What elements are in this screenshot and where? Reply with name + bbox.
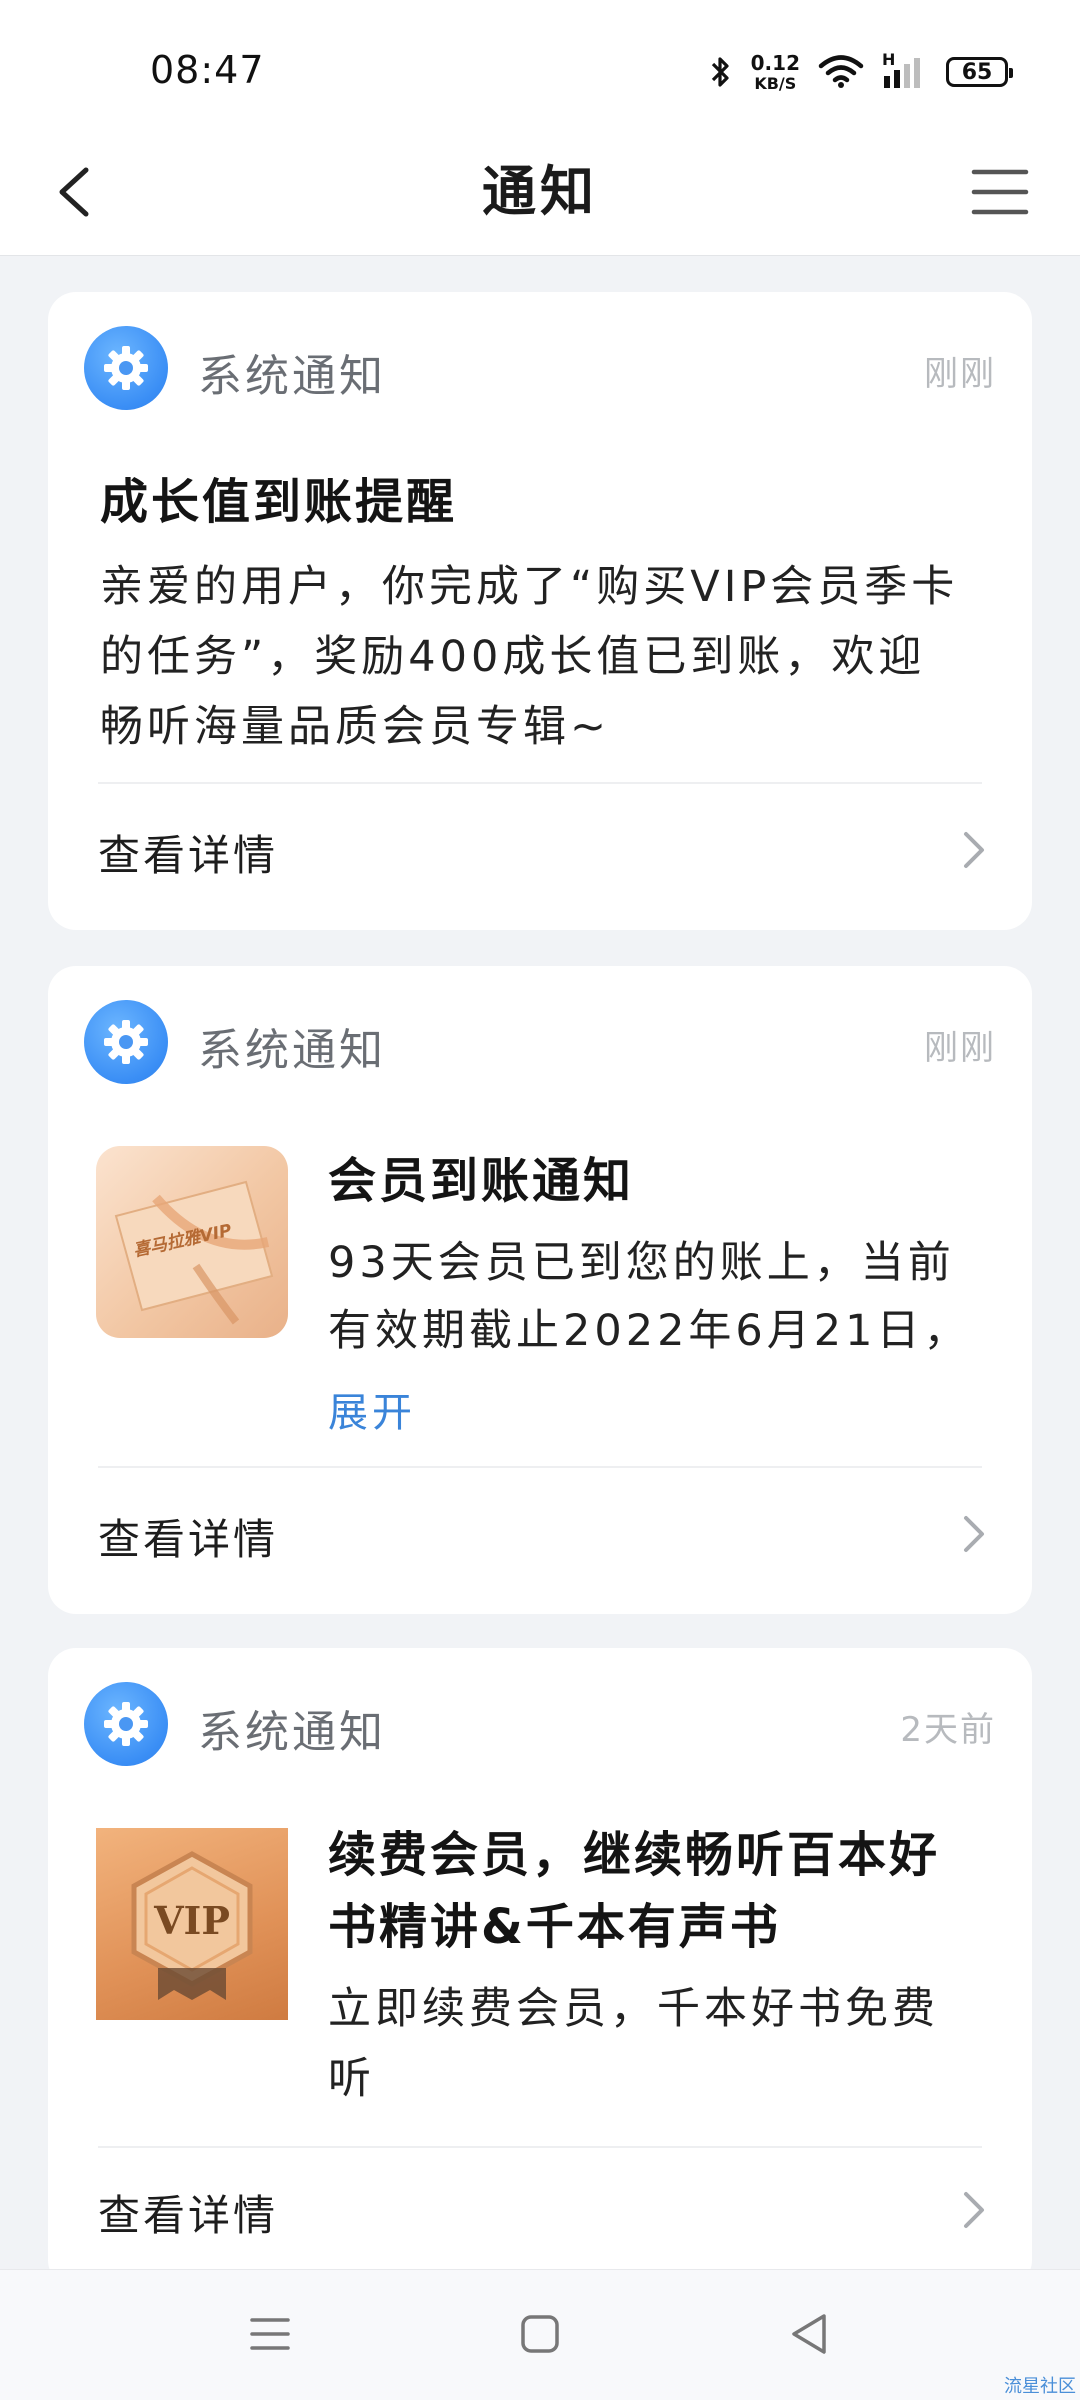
watermark: 流星社区 — [1004, 2376, 1076, 2397]
notification-type: 系统通知 — [198, 1707, 386, 1758]
vip-badge-text: VIP — [154, 1898, 230, 1943]
notification-title: 会员到账通知 — [328, 1153, 635, 1209]
divider — [98, 2146, 982, 2148]
notification-body-line: 听 — [328, 2054, 375, 2104]
back-nav-button[interactable] — [780, 2304, 840, 2364]
notification-title-line: 书精讲&千本有声书 — [328, 1899, 781, 1955]
chevron-right-icon — [964, 2192, 984, 2228]
notification-type: 系统通知 — [198, 1025, 386, 1076]
card-header: 系统通知 刚刚 — [84, 1000, 996, 1084]
notification-body-line: 畅听海量品质会员专辑~ — [100, 702, 611, 752]
divider — [98, 1466, 982, 1468]
menu-icon[interactable] — [960, 152, 1040, 232]
gear-icon — [84, 1682, 168, 1766]
system-navigation-bar: 流星社区 — [0, 2269, 1080, 2400]
signal-strength: H — [882, 50, 928, 90]
notification-body-line: 的任务”，奖励400成长值已到账，欢迎 — [100, 632, 926, 682]
home-button[interactable] — [510, 2304, 570, 2364]
battery-indicator: 65 — [946, 57, 1013, 87]
view-details-label: 查看详情 — [98, 831, 279, 880]
network-speed: 0.12 KB/S — [750, 50, 800, 93]
notification-time: 刚刚 — [924, 354, 996, 394]
divider — [98, 782, 982, 784]
notification-card[interactable]: 系统通知 刚刚 喜马拉雅VIP 会员到账通知 93天会员已到您的账上，当前 有效… — [48, 966, 1032, 1614]
notification-time: 刚刚 — [924, 1028, 996, 1068]
card-header: 系统通知 刚刚 — [84, 326, 996, 410]
expand-button[interactable]: 展开 — [328, 1380, 416, 1438]
view-details-label: 查看详情 — [98, 1515, 279, 1564]
chevron-right-icon — [964, 1516, 984, 1552]
notification-body-line: 有效期截止2022年6月21日， — [328, 1306, 971, 1356]
recent-apps-button[interactable] — [240, 2304, 300, 2364]
notification-card[interactable]: 系统通知 2天前 VIP 续费会员，继续畅听百本好 书精讲&千本有声书 立即续费… — [48, 1648, 1032, 2288]
notification-type: 系统通知 — [198, 351, 386, 402]
card-header: 系统通知 2天前 — [84, 1682, 996, 1766]
bluetooth-icon — [711, 57, 729, 87]
view-details-link[interactable]: 查看详情 — [98, 1488, 988, 1578]
status-bar: 08:47 0.12 KB/S H 65 — [0, 0, 1080, 130]
notification-body-line: 立即续费会员，千本好书免费 — [328, 1984, 939, 2034]
vip-card-thumbnail: 喜马拉雅VIP — [96, 1146, 288, 1338]
notification-body-line: 亲爱的用户，你完成了“购买VIP会员季卡 — [100, 562, 959, 612]
view-details-link[interactable]: 查看详情 — [98, 2164, 988, 2254]
wifi-icon — [818, 55, 864, 88]
notification-time: 2天前 — [900, 1710, 996, 1750]
navigation-header: 通知 — [0, 130, 1080, 256]
gear-icon — [84, 326, 168, 410]
notification-card[interactable]: 系统通知 刚刚 成长值到账提醒 亲爱的用户，你完成了“购买VIP会员季卡 的任务… — [48, 292, 1032, 930]
vip-badge-thumbnail: VIP — [96, 1828, 288, 2020]
notification-body-line: 93天会员已到您的账上，当前 — [328, 1238, 955, 1288]
notification-title-line: 续费会员，继续畅听百本好 — [328, 1827, 941, 1883]
view-details-label: 查看详情 — [98, 2191, 279, 2240]
gear-icon — [84, 1000, 168, 1084]
status-icons: 0.12 KB/S H 65 — [709, 50, 1013, 94]
signal-icon — [884, 58, 920, 88]
notification-title: 成长值到账提醒 — [100, 474, 458, 530]
view-details-link[interactable]: 查看详情 — [98, 804, 988, 894]
page-title: 通知 — [482, 160, 598, 223]
status-time: 08:47 — [150, 48, 265, 92]
chevron-right-icon — [964, 832, 984, 868]
